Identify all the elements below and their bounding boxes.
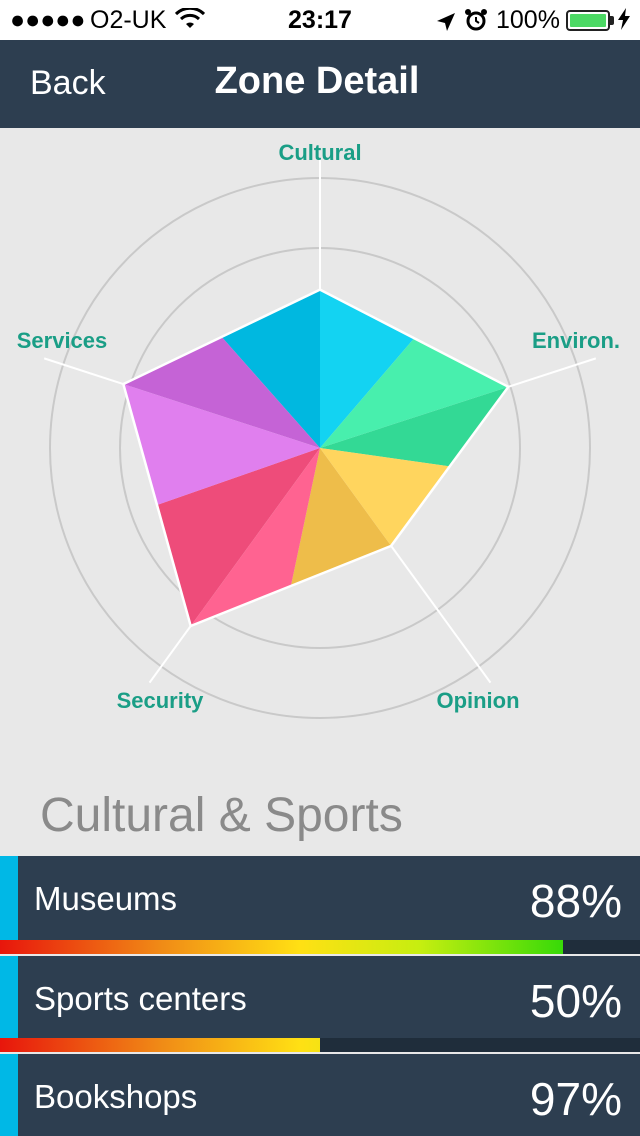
item-percent: 97% — [529, 1073, 622, 1125]
axis-spoke-services — [43, 357, 124, 386]
section-title: Cultural & Sports — [40, 789, 403, 842]
battery-tip — [610, 16, 614, 25]
battery-full-icon — [566, 10, 610, 31]
navigation-bar: Back Zone Detail — [0, 40, 640, 128]
row-accent — [0, 956, 18, 1040]
row-accent — [0, 1054, 18, 1136]
page-title: Zone Detail — [214, 60, 420, 102]
status-bar: ●●●●● O2-UK 23:17 100% — [0, 0, 640, 40]
charging-bolt-icon — [618, 8, 630, 36]
list-item-sports-centers[interactable]: Sports centers 50% — [0, 956, 640, 1040]
row-accent — [0, 856, 18, 940]
radar-chart: Cultural Environ. Opinion Security Services — [0, 128, 640, 778]
progress-fill — [0, 1038, 320, 1052]
radar-chart-svg: Cultural Environ. Opinion Security Services — [17, 140, 620, 719]
axis-label-environ: Environ. — [532, 328, 620, 353]
item-percent: 50% — [529, 975, 622, 1027]
axis-label-opinion: Opinion — [436, 688, 519, 713]
progress-fill — [0, 940, 564, 954]
battery-percentage: 100% — [496, 6, 560, 34]
progress-bar-sports-centers — [0, 1038, 640, 1052]
location-arrow-icon — [436, 10, 456, 38]
list-item-bookshops[interactable]: Bookshops 97% — [0, 1054, 640, 1136]
progress-bar-museums — [0, 940, 640, 954]
axis-label-cultural: Cultural — [278, 140, 361, 165]
item-percent: 88% — [529, 875, 622, 927]
item-label: Bookshops — [34, 1078, 198, 1115]
alarm-clock-icon — [464, 8, 488, 38]
item-label: Sports centers — [34, 980, 247, 1017]
axis-label-security: Security — [117, 688, 205, 713]
axis-spoke-security — [148, 625, 192, 684]
axis-spoke-opinion — [390, 545, 492, 684]
axis-label-services: Services — [17, 328, 108, 353]
list-item-museums[interactable]: Museums 88% — [0, 856, 640, 940]
item-label: Museums — [34, 880, 178, 917]
